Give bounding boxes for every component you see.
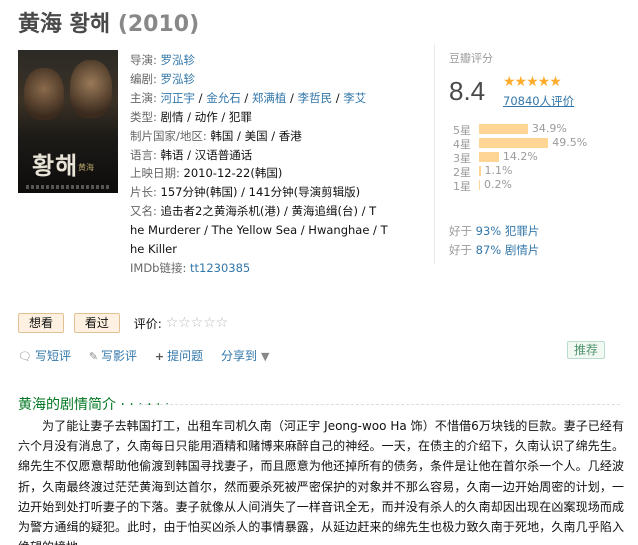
- info-aka-cont: he Killer: [130, 242, 177, 257]
- rating-bar-fill: [479, 124, 528, 134]
- ops-bar: 🗨 写短评 ✎ 写影评 + 提问题 分享到 ▼: [18, 347, 286, 364]
- poster-figure-right: [70, 60, 112, 118]
- release-value: 2010-12-22(韩国): [183, 166, 283, 181]
- info-cast: 主演: 河正宇 / 金允石 / 郑满植 / 李哲民 / 李艾: [130, 90, 367, 105]
- rating-title: 豆瓣评分: [449, 52, 493, 65]
- country-value: 美国: [244, 128, 268, 143]
- rate-stars-input[interactable]: ☆☆☆☆☆: [166, 315, 229, 331]
- rating-panel: 豆瓣评分 8.4 ★★★★★ 70840人评价 5星 34.9% 4星 49.5% 3星…: [434, 44, 624, 264]
- cast-link[interactable]: 金允石: [206, 91, 241, 105]
- recommend-button[interactable]: 推荐: [567, 341, 606, 359]
- language-value: 韩语 / 汉语普通话: [160, 147, 253, 162]
- info-imdb: IMDb链接: tt1230385: [130, 260, 251, 275]
- runtime-value: 157分钟(韩国) / 141分钟(导演剪辑版): [160, 185, 361, 200]
- synopsis-text: 为了能让妻子去韩国打工，出租车司机久南（河正宇 Jeong-woo Ha 饰）不…: [18, 419, 624, 545]
- info-release: 上映日期: 2010-12-22(韩国): [130, 166, 283, 181]
- cast-link[interactable]: 李哲民: [298, 91, 333, 105]
- rating-stars-icon: ★★★★★: [503, 74, 562, 90]
- movie-year: (2010): [117, 12, 200, 37]
- rating-score: 8.4: [449, 76, 486, 106]
- poster-logo: 황해: [32, 151, 79, 180]
- rating-bar-percent: 34.9%: [531, 122, 567, 135]
- rating-count-link[interactable]: 70840人评价: [503, 93, 574, 109]
- user-actions: 想看 看过 评价: ☆☆☆☆☆: [18, 313, 228, 333]
- page-title: 黄海 황해 (2010): [18, 6, 199, 38]
- ask-question-button[interactable]: + 提问题: [155, 349, 203, 363]
- genre-value: 动作: [194, 109, 218, 124]
- chat-icon: 🗨: [18, 350, 32, 363]
- info-country: 制片国家/地区: 韩国 / 美国 / 香港: [130, 128, 302, 143]
- info-director: 导演: 罗泓轸: [130, 53, 196, 67]
- rating-bar-fill: [479, 138, 549, 148]
- divider: [140, 404, 620, 405]
- better-drama-link[interactable]: 87% 剧情片: [476, 243, 540, 257]
- director-link[interactable]: 罗泓轸: [161, 53, 196, 67]
- rating-bar-percent: 1.1%: [484, 164, 513, 177]
- rating-bar-percent: 0.2%: [484, 178, 512, 191]
- want-to-watch-button[interactable]: 想看: [18, 313, 65, 333]
- movie-title: 黄海 황해: [18, 12, 111, 37]
- imdb-link[interactable]: tt1230385: [190, 261, 250, 275]
- plus-icon: +: [154, 350, 165, 363]
- watched-button[interactable]: 看过: [73, 313, 120, 333]
- rating-bar-fill: [479, 180, 480, 190]
- genre-value: 剧情: [160, 109, 184, 124]
- info-aka: 又名: 追击者2之黄海杀机(港) / 黄海追缉(台) / T: [130, 204, 377, 219]
- info-language: 语言: 韩语 / 汉语普通话: [130, 147, 253, 162]
- genre-value: 犯罪: [228, 109, 252, 124]
- info-genre: 类型: 剧情 / 动作 / 犯罪: [130, 109, 252, 124]
- write-review-button[interactable]: ✎ 写影评: [89, 349, 137, 363]
- movie-info: 导演: 罗泓轸 编剧: 罗泓轸 主演: 河正宇 / 金允石 / 郑满植 / 李哲…: [130, 51, 430, 278]
- better-crime-link[interactable]: 93% 犯罪片: [476, 224, 540, 238]
- cast-link[interactable]: 李艾: [343, 91, 366, 105]
- info-runtime: 片长: 157分钟(韩国) / 141分钟(导演剪辑版): [130, 185, 361, 200]
- info-aka-cont: he Murderer / The Yellow Sea / Hwanghae …: [130, 223, 388, 238]
- rating-bar-percent: 14.2%: [502, 150, 538, 163]
- country-value: 韩国: [210, 128, 234, 143]
- rate-label: 评价:: [133, 316, 162, 331]
- poster-credits: [26, 185, 110, 189]
- cast-link[interactable]: 郑满植: [252, 91, 287, 105]
- movie-poster[interactable]: 황해 黄海: [18, 50, 118, 193]
- info-writer: 编剧: 罗泓轸: [130, 71, 196, 86]
- rating-comparison: 好于 93% 犯罪片 好于 87% 剧情片: [449, 224, 540, 257]
- share-button[interactable]: 分享到 ▼: [221, 349, 272, 363]
- rating-bar-fill: [479, 152, 499, 162]
- pencil-icon: ✎: [88, 350, 99, 363]
- rating-bar-label: 1星: [453, 180, 471, 193]
- poster-logo-sub: 黄海: [78, 163, 94, 172]
- rating-bar-fill: [479, 166, 481, 176]
- write-short-review-button[interactable]: 🗨 写短评: [18, 349, 71, 363]
- chevron-down-icon: ▼: [260, 350, 270, 363]
- writer-link[interactable]: 罗泓轸: [161, 72, 196, 86]
- cast-link[interactable]: 河正宇: [161, 91, 196, 105]
- aka-value: 追击者2之黄海杀机(港) / 黄海追缉(台) / T: [160, 204, 377, 219]
- rating-bar-percent: 49.5%: [552, 136, 588, 149]
- poster-figure-left: [24, 68, 64, 120]
- country-value: 香港: [278, 128, 302, 143]
